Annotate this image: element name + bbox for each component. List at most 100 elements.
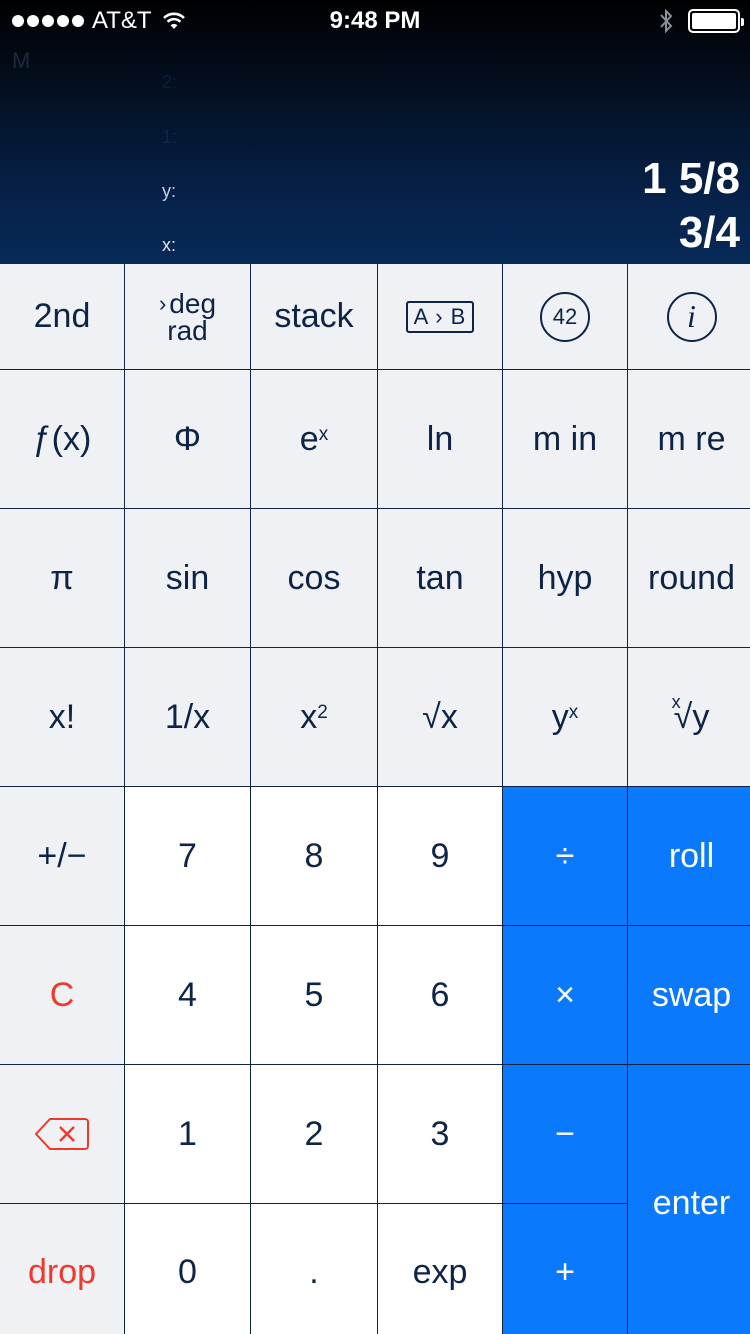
second-function-button[interactable]: 2nd (0, 264, 124, 369)
digit-4-label: 4 (178, 975, 197, 1014)
phi-label: Φ (173, 419, 202, 458)
digit-3-button[interactable]: 3 (378, 1065, 502, 1203)
register-x-label: x: (162, 235, 177, 255)
register-2-label: 2: (162, 72, 178, 92)
square-root-button[interactable]: √x (378, 648, 502, 786)
digit-2-label: 2 (304, 1114, 324, 1153)
tan-button[interactable]: tan (378, 509, 502, 647)
sin-button[interactable]: sin (125, 509, 250, 647)
square-base: x (300, 697, 318, 736)
reciprocal-button[interactable]: 1/x (125, 648, 250, 786)
digit-3-label: 3 (430, 1114, 450, 1153)
digit-5-label: 5 (304, 975, 324, 1014)
fx-label: ƒ(x) (32, 419, 92, 458)
register-1-label: 1: (162, 127, 178, 147)
battery-icon (688, 9, 744, 33)
clear-button[interactable]: C (0, 926, 124, 1064)
nth-root-button[interactable]: x √y (628, 648, 750, 786)
digit-7-button[interactable]: 7 (125, 787, 250, 925)
plus-button[interactable]: + (503, 1204, 627, 1334)
display-panel: AT&T 9:48 PM M 2: 1: y: x: 1 5/8 3/4 (0, 0, 750, 264)
minus-label: − (555, 1114, 575, 1153)
register-y-value: 1 5/8 (642, 154, 740, 203)
digit-6-label: 6 (430, 975, 450, 1014)
chevron-right-icon: › (158, 290, 167, 316)
multiply-button[interactable]: × (503, 926, 627, 1064)
stack-button[interactable]: stack (251, 264, 377, 369)
plus-minus-label: +/− (37, 836, 87, 875)
constant-42-button[interactable]: 42 (503, 264, 627, 369)
stack-label: stack (274, 297, 354, 335)
ln-label: ln (426, 419, 454, 458)
digit-4-button[interactable]: 4 (125, 926, 250, 1064)
function-fx-button[interactable]: ƒ(x) (0, 370, 124, 508)
divide-button[interactable]: ÷ (503, 787, 627, 925)
round-label: round (648, 558, 735, 597)
register-x-value: 3/4 (678, 208, 740, 257)
memory-indicator: M (12, 48, 31, 73)
roll-button[interactable]: roll (628, 787, 750, 925)
keypad: 2nd › deg rad stack A › B 42 i ƒ(x) Φ ex … (0, 264, 750, 1334)
digit-1-button[interactable]: 1 (125, 1065, 250, 1203)
drop-button[interactable]: drop (0, 1204, 124, 1334)
convert-a-to-b-button[interactable]: A › B (378, 264, 502, 369)
exp-label: exp (412, 1253, 468, 1291)
plus-minus-button[interactable]: +/− (0, 787, 124, 925)
decimal-point-label: . (309, 1253, 319, 1291)
cos-button[interactable]: cos (251, 509, 377, 647)
divide-label: ÷ (555, 836, 575, 875)
pi-button[interactable]: π (0, 509, 124, 647)
exponent-button[interactable]: exp (378, 1204, 502, 1334)
digit-8-button[interactable]: 8 (251, 787, 377, 925)
hyp-label: hyp (537, 558, 593, 597)
round-button[interactable]: round (628, 509, 750, 647)
plus-label: + (555, 1253, 575, 1291)
deg-rad-toggle-button[interactable]: › deg rad (125, 264, 250, 369)
enter-button[interactable]: enter (628, 1065, 750, 1334)
minus-button[interactable]: − (503, 1065, 627, 1203)
factorial-button[interactable]: x! (0, 648, 124, 786)
memory-recall-button[interactable]: m re (628, 370, 750, 508)
roll-label: roll (668, 836, 715, 875)
factorial-label: x! (48, 697, 76, 736)
pi-label: π (50, 558, 74, 597)
bluetooth-icon (660, 8, 673, 34)
e-label: e (299, 419, 319, 458)
digit-2-button[interactable]: 2 (251, 1065, 377, 1203)
memory-in-button[interactable]: m in (503, 370, 627, 508)
sin-label: sin (165, 558, 210, 597)
square-button[interactable]: x2 (251, 648, 377, 786)
status-bar: AT&T 9:48 PM (0, 0, 750, 40)
reciprocal-label: 1/x (164, 697, 211, 736)
power-base: y (551, 697, 569, 736)
m-in-label: m in (532, 419, 598, 458)
info-button[interactable]: i (628, 264, 750, 369)
cos-label: cos (287, 558, 341, 597)
hyp-button[interactable]: hyp (503, 509, 627, 647)
info-icon: i (666, 291, 717, 342)
clear-label: C (49, 975, 75, 1014)
digit-6-button[interactable]: 6 (378, 926, 502, 1064)
digit-9-button[interactable]: 9 (378, 787, 502, 925)
decimal-point-button[interactable]: . (251, 1204, 377, 1334)
digit-7-label: 7 (178, 836, 197, 875)
digit-0-button[interactable]: 0 (125, 1204, 250, 1334)
power-button[interactable]: yx (503, 648, 627, 786)
digit-9-label: 9 (430, 836, 450, 875)
digit-5-button[interactable]: 5 (251, 926, 377, 1064)
multiply-label: × (555, 975, 575, 1014)
second-label: 2nd (33, 297, 91, 335)
drop-label: drop (27, 1253, 97, 1291)
swap-button[interactable]: swap (628, 926, 750, 1064)
exp-e-x-button[interactable]: ex (251, 370, 377, 508)
digit-0-label: 0 (178, 1253, 197, 1291)
enter-label: enter (652, 1183, 731, 1222)
deg-label: deg (169, 287, 217, 319)
digit-8-label: 8 (304, 836, 324, 875)
backspace-button[interactable] (0, 1065, 124, 1203)
tan-label: tan (416, 558, 464, 597)
ln-button[interactable]: ln (378, 370, 502, 508)
phi-button[interactable]: Φ (125, 370, 250, 508)
register-y-label: y: (162, 181, 177, 201)
backspace-icon (34, 1118, 89, 1150)
